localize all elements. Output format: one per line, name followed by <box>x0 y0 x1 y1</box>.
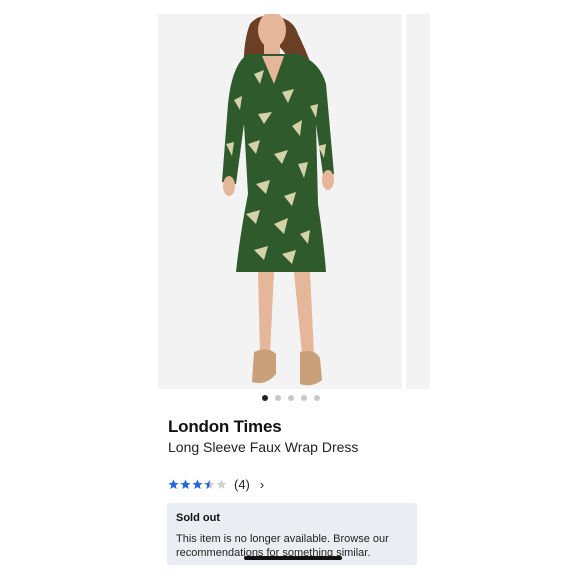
star-icon <box>216 479 227 490</box>
product-image-gallery[interactable] <box>158 14 430 389</box>
star-icon <box>180 479 191 490</box>
chevron-right-icon: › <box>259 477 265 492</box>
review-count: (4) <box>234 477 250 492</box>
product-photo-main[interactable] <box>158 14 402 389</box>
home-indicator[interactable] <box>244 556 342 560</box>
star-rating <box>168 479 227 490</box>
gallery-dot[interactable] <box>288 395 294 401</box>
product-photo-next[interactable] <box>406 14 430 389</box>
gallery-dot[interactable] <box>314 395 320 401</box>
product-title: Long Sleeve Faux Wrap Dress <box>168 439 359 455</box>
star-icon <box>168 479 179 490</box>
rating-row[interactable]: (4) › <box>168 477 264 492</box>
star-icon <box>204 479 215 490</box>
brand-name[interactable]: London Times <box>168 417 282 437</box>
notice-title: Sold out <box>176 512 220 524</box>
star-icon <box>192 479 203 490</box>
gallery-pagination[interactable] <box>262 395 320 401</box>
gallery-dot[interactable] <box>262 395 268 401</box>
dress-photo-icon <box>222 14 334 386</box>
gallery-dot[interactable] <box>275 395 281 401</box>
gallery-dot[interactable] <box>301 395 307 401</box>
